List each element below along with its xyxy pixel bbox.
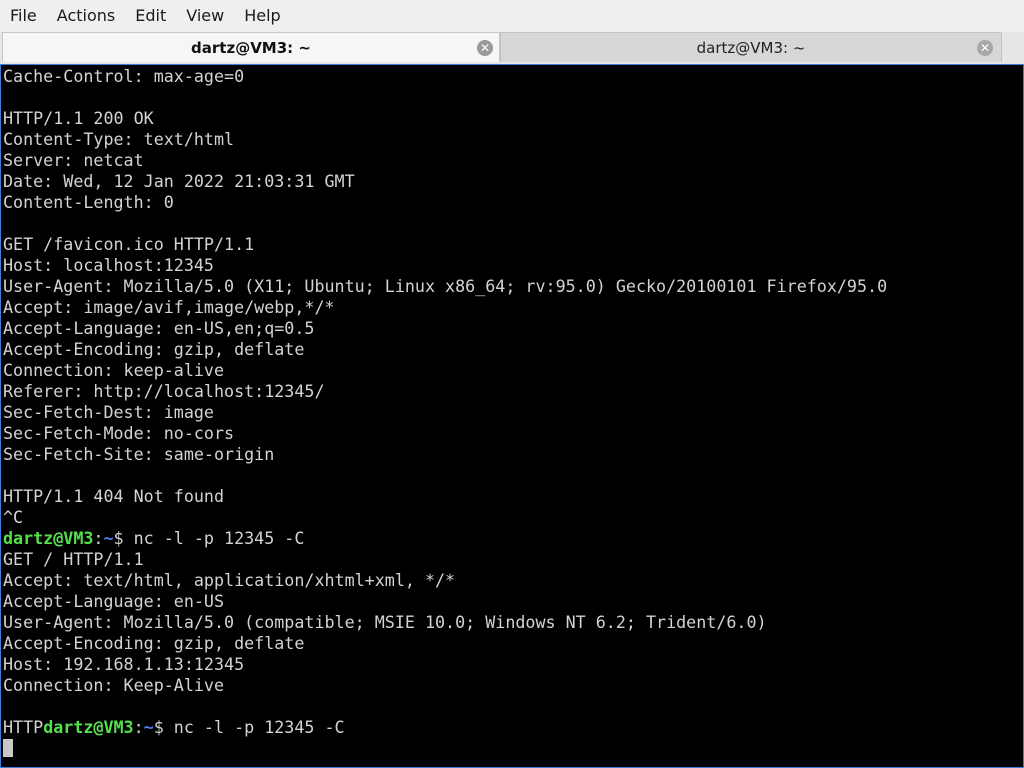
prompt-path: ~ — [103, 528, 114, 548]
prompt-colon: : — [93, 528, 104, 548]
close-icon[interactable]: ✕ — [977, 40, 993, 56]
terminal-line: User-Agent: Mozilla/5.0 (X11; Ubuntu; Li… — [3, 276, 888, 296]
terminal-line: Host: localhost:12345 — [3, 255, 214, 275]
menu-edit[interactable]: Edit — [125, 0, 176, 32]
tab-label: dartz@VM3: ~ — [696, 38, 806, 57]
terminal-line: Sec-Fetch-Site: same-origin — [3, 444, 275, 464]
scrollbar[interactable] — [1015, 65, 1023, 767]
terminal-line: User-Agent: Mozilla/5.0 (compatible; MSI… — [3, 612, 767, 632]
prompt-colon: : — [133, 717, 144, 737]
terminal-line: Accept-Encoding: gzip, deflate — [3, 339, 305, 359]
terminal-line: Accept-Encoding: gzip, deflate — [3, 633, 305, 653]
terminal-cursor — [3, 739, 13, 757]
terminal-line: Accept: text/html, application/xhtml+xml… — [3, 570, 456, 590]
terminal-line: Accept-Language: en-US — [3, 591, 225, 611]
terminal-line: Content-Length: 0 — [3, 192, 174, 212]
terminal-line: HTTPdartz@VM3:~$ nc -l -p 12345 -C — [3, 717, 887, 738]
prompt-command: nc -l -p 12345 -C — [163, 717, 345, 737]
terminal-line — [3, 738, 887, 759]
prompt-command: nc -l -p 12345 -C — [123, 528, 305, 548]
prompt-dollar: $ — [153, 717, 164, 737]
menu-help[interactable]: Help — [234, 0, 290, 32]
terminal-view[interactable]: Cache-Control: max-age=0 HTTP/1.1 200 OK C… — [0, 64, 1024, 768]
menu-file[interactable]: File — [0, 0, 47, 32]
terminal-line: Cache-Control: max-age=0 — [3, 66, 245, 86]
tab-terminal-2[interactable]: dartz@VM3: ~ ✕ — [500, 32, 1002, 62]
menu-view[interactable]: View — [176, 0, 234, 32]
terminal-line: Server: netcat — [3, 150, 144, 170]
close-icon[interactable]: ✕ — [477, 40, 493, 56]
terminal-line: Connection: keep-alive — [3, 360, 225, 380]
terminal-line: Accept: image/avif,image/webp,*/* — [3, 297, 335, 317]
terminal-line: Accept-Language: en-US,en;q=0.5 — [3, 318, 315, 338]
terminal-line: HTTP/1.1 404 Not found — [3, 486, 225, 506]
prompt-user-host: dartz@VM3 — [3, 528, 94, 548]
terminal-line: Content-Type: text/html — [3, 129, 235, 149]
tab-label: dartz@VM3: ~ — [191, 38, 311, 57]
terminal-line: Referer: http://localhost:12345/ — [3, 381, 325, 401]
terminal-line: Sec-Fetch-Mode: no-cors — [3, 423, 235, 443]
menu-actions[interactable]: Actions — [47, 0, 125, 32]
terminal-line: ^C — [3, 507, 24, 527]
terminal-line: HTTP/1.1 200 OK — [3, 108, 154, 128]
prompt-path: ~ — [143, 717, 154, 737]
terminal-line: Connection: Keep-Alive — [3, 675, 225, 695]
prompt-user-host: dartz@VM3 — [43, 717, 134, 737]
terminal-line: Host: 192.168.1.13:12345 — [3, 654, 245, 674]
terminal-output: Cache-Control: max-age=0 HTTP/1.1 200 OK C… — [3, 66, 887, 759]
terminal-line: GET /favicon.ico HTTP/1.1 — [3, 234, 255, 254]
prompt-prefix: HTTP — [3, 717, 44, 737]
tab-bar: dartz@VM3: ~ ✕ dartz@VM3: ~ ✕ — [0, 32, 1024, 64]
menu-bar: File Actions Edit View Help — [0, 0, 1024, 32]
tab-terminal-1[interactable]: dartz@VM3: ~ ✕ — [2, 32, 500, 62]
prompt-dollar: $ — [113, 528, 124, 548]
terminal-line: dartz@VM3:~$ nc -l -p 12345 -C — [3, 528, 887, 549]
terminal-line: GET / HTTP/1.1 — [3, 549, 144, 569]
terminal-line: Date: Wed, 12 Jan 2022 21:03:31 GMT — [3, 171, 355, 191]
terminal-line: Sec-Fetch-Dest: image — [3, 402, 214, 422]
